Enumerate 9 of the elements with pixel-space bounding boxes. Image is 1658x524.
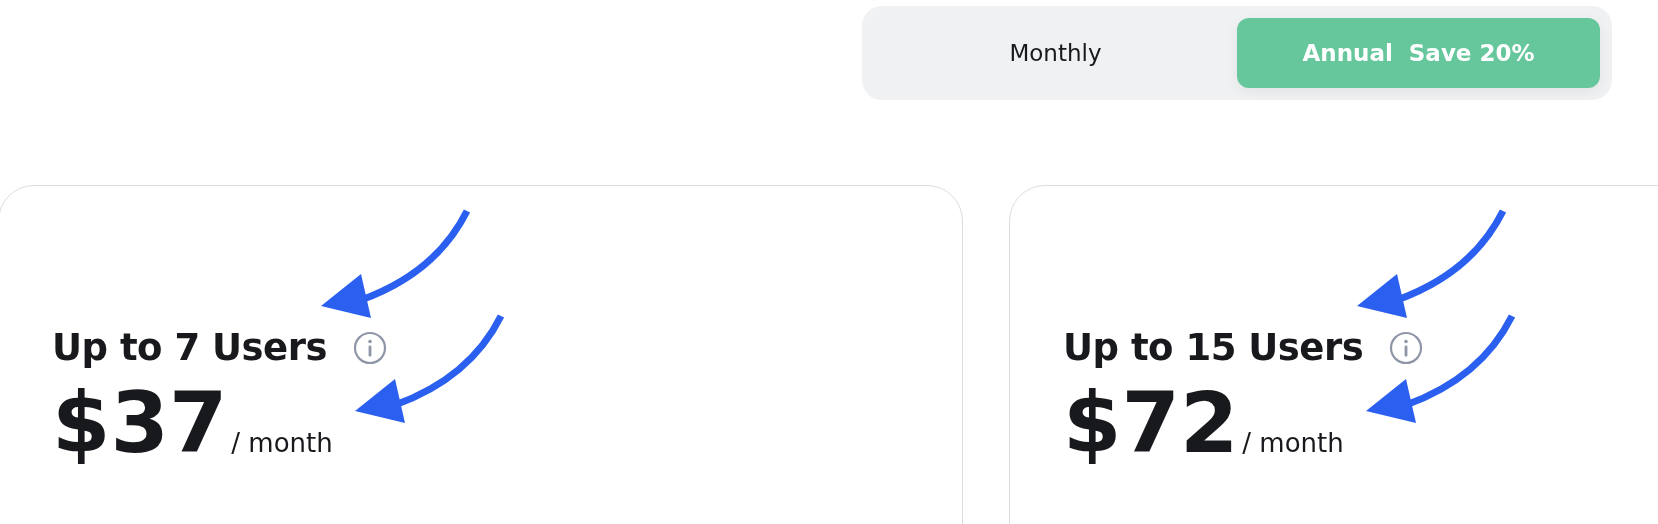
price-period: / month	[1242, 428, 1344, 458]
plan-title: Up to 7 Users	[52, 326, 327, 369]
plan-price: $37	[52, 381, 228, 465]
info-icon[interactable]	[1389, 330, 1424, 365]
plan-title: Up to 15 Users	[1063, 326, 1364, 369]
plan-price: $72	[1063, 381, 1239, 465]
billing-option[interactable]: Monthly	[874, 18, 1237, 88]
price-period: / month	[231, 428, 333, 458]
info-icon[interactable]	[352, 330, 387, 365]
